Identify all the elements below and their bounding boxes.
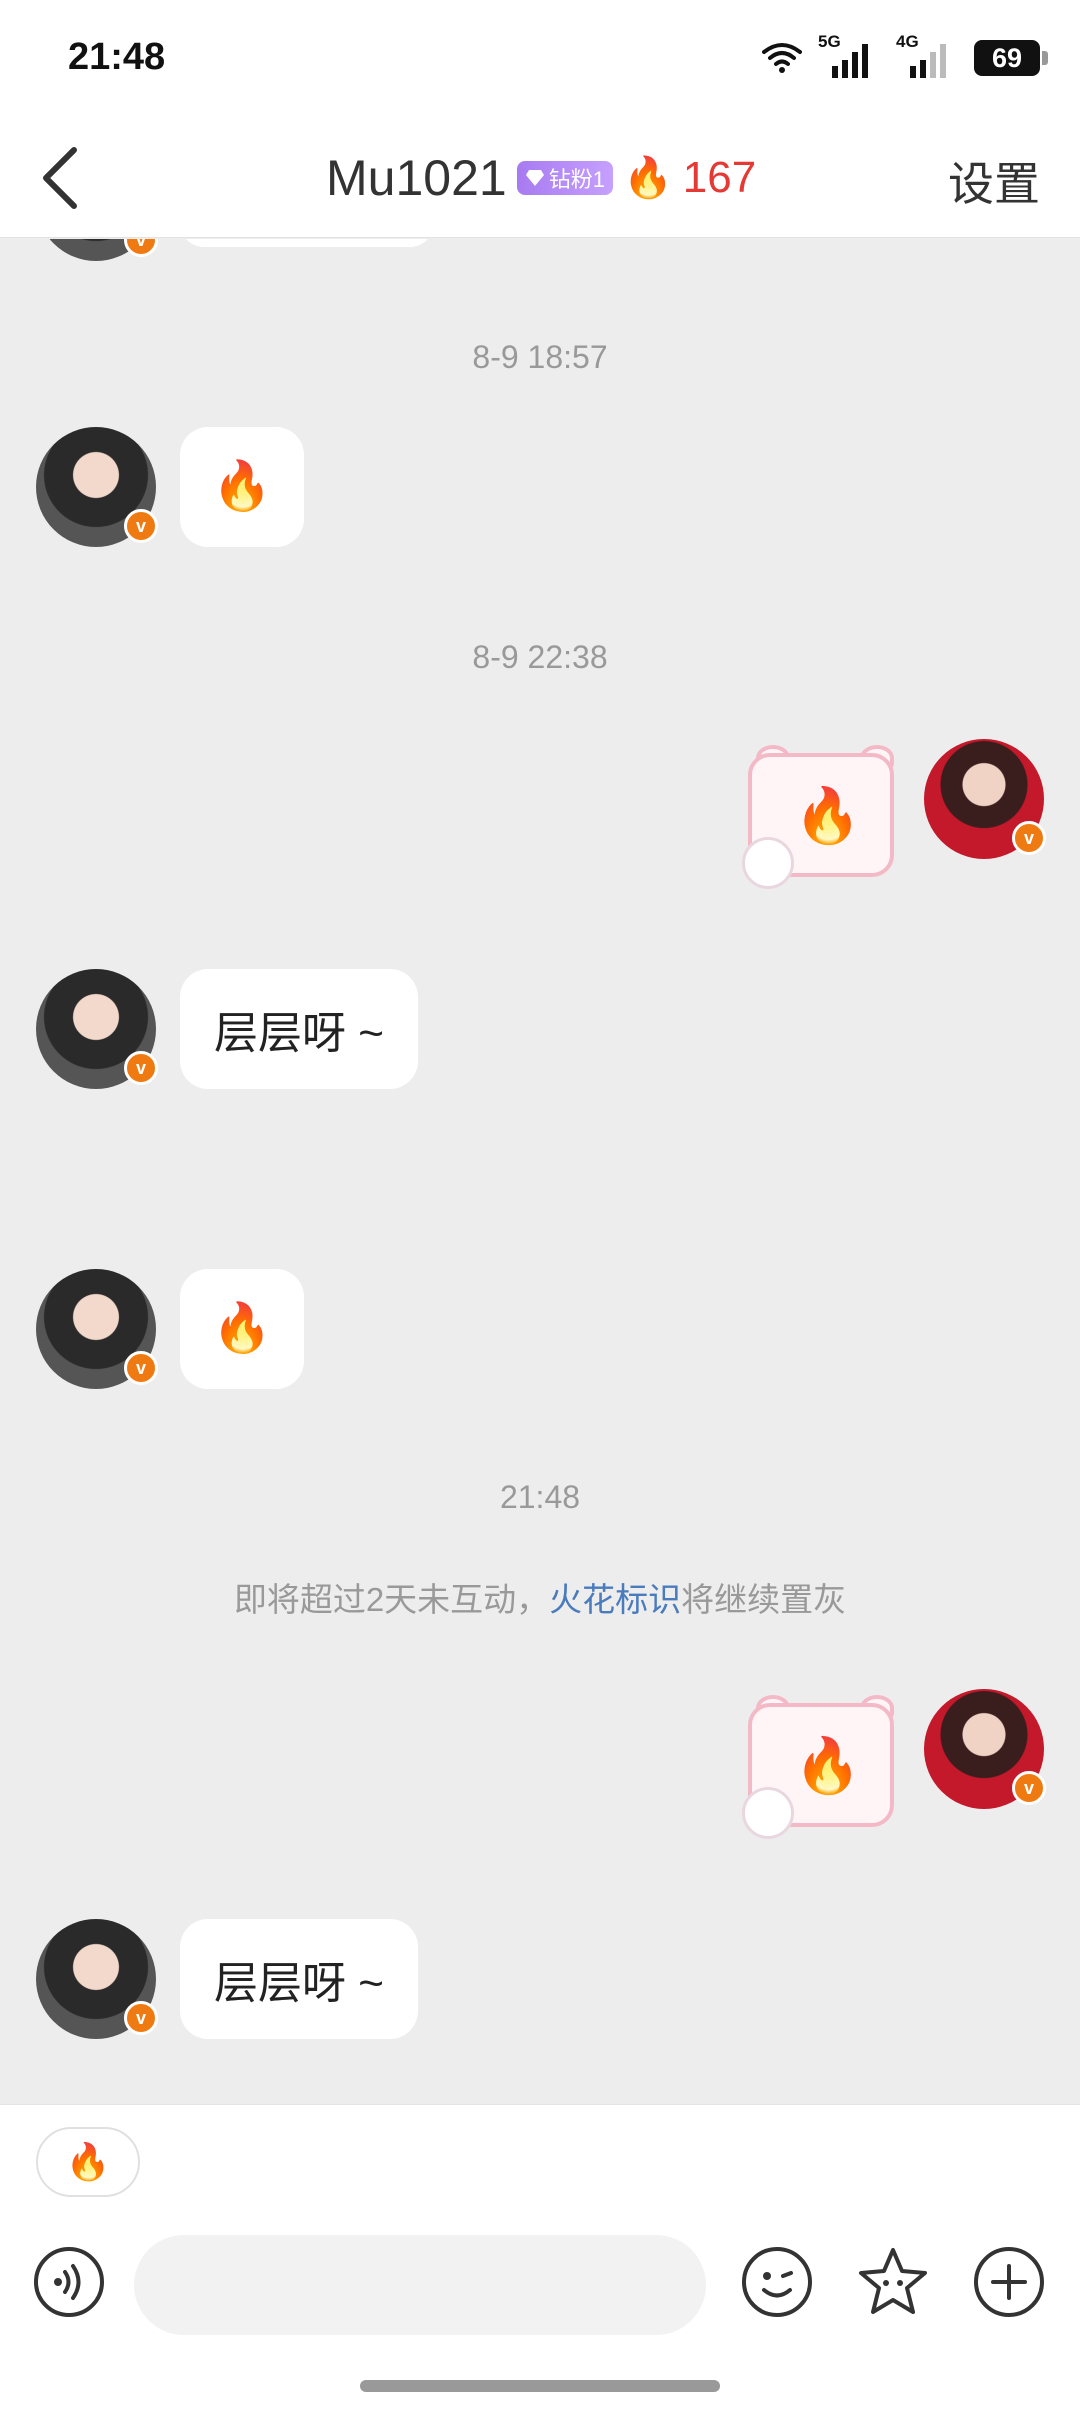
chat-header: Mu1021 钻粉1 🔥 167 设置 xyxy=(0,118,1080,238)
streak-count: 167 xyxy=(682,153,757,202)
fire-emoji: 🔥 xyxy=(65,2141,111,2182)
message-timestamp: 8-9 18:57 xyxy=(472,339,608,375)
verified-badge-icon: v xyxy=(1012,821,1046,855)
contact-avatar[interactable]: v xyxy=(36,427,158,547)
status-icons: 5G 4G 69 xyxy=(762,32,1048,80)
plus-icon xyxy=(974,2247,1044,2317)
contact-avatar[interactable]: v xyxy=(36,1919,158,2039)
fire-emoji: 🔥 xyxy=(212,460,272,513)
signal-5g-icon: 5G xyxy=(818,32,880,80)
verified-badge-icon: v xyxy=(124,239,158,257)
spark-badge-link[interactable]: 火花标识 xyxy=(549,1581,681,1618)
verified-badge-icon: v xyxy=(124,509,158,543)
notice-text-prefix: 即将超过2天未互动， xyxy=(233,1581,550,1618)
verified-badge-icon: v xyxy=(124,2001,158,2035)
back-button[interactable] xyxy=(34,144,90,212)
sent-fire-sticker[interactable]: 🔥 xyxy=(742,745,898,889)
my-avatar[interactable]: v xyxy=(924,1689,1046,1809)
fan-level-badge: 钻粉1 xyxy=(516,161,613,195)
more-button[interactable] xyxy=(972,2245,1046,2319)
message-bubble-fire[interactable]: 🔥 xyxy=(180,427,304,547)
notice-text-suffix: 将继续置灰 xyxy=(681,1581,847,1618)
emoji-button[interactable] xyxy=(740,2245,814,2319)
signal-4g-icon: 4G xyxy=(896,32,958,80)
message-list[interactable]: v 8-9 18:57 v 🔥 8-9 22:38 🔥 v v 层层呀 ~ v … xyxy=(0,239,1080,2103)
wifi-icon xyxy=(762,43,802,73)
voice-icon xyxy=(34,2247,104,2317)
chevron-left-icon xyxy=(43,147,77,209)
fire-emoji: 🔥 xyxy=(212,1302,272,1355)
battery-icon: 69 xyxy=(974,40,1048,76)
quick-reply-fire-chip[interactable]: 🔥 xyxy=(36,2127,140,2197)
message-bubble-text[interactable]: 层层呀 ~ xyxy=(180,1919,418,2039)
status-time: 21:48 xyxy=(68,36,166,78)
emoji-icon xyxy=(742,2247,812,2317)
contact-avatar[interactable]: v xyxy=(36,969,158,1089)
sticker-icon xyxy=(859,2248,927,2314)
chat-title-group[interactable]: Mu1021 钻粉1 🔥 167 xyxy=(326,138,756,218)
status-bar: 21:48 5G 4G 69 xyxy=(0,0,1080,118)
message-input[interactable] xyxy=(134,2235,706,2335)
settings-button[interactable]: 设置 xyxy=(948,148,1040,214)
message-timestamp: 21:48 xyxy=(499,1479,581,1515)
verified-badge-icon: v xyxy=(124,1051,158,1085)
contact-avatar[interactable]: v xyxy=(36,1269,158,1389)
my-avatar[interactable]: v xyxy=(924,739,1046,859)
fire-emoji: 🔥 xyxy=(794,786,862,846)
message-bubble-fire[interactable]: 🔥 xyxy=(180,1269,304,1389)
spark-expiry-notice: 即将超过2天未互动，火花标识将继续置灰 xyxy=(0,1573,1080,1621)
bunny-sticker-icon xyxy=(742,837,794,889)
message-bubble-partial[interactable] xyxy=(180,239,434,247)
diamond-icon xyxy=(525,170,544,186)
fire-emoji: 🔥 xyxy=(794,1736,862,1796)
streak-fire-icon: 🔥 xyxy=(622,156,673,200)
contact-avatar[interactable]: v xyxy=(36,239,158,261)
message-timestamp: 8-9 22:38 xyxy=(472,639,608,675)
voice-button[interactable] xyxy=(32,2245,106,2319)
bunny-sticker-icon xyxy=(742,1787,794,1839)
sticker-button[interactable] xyxy=(856,2245,930,2319)
message-bubble-text[interactable]: 层层呀 ~ xyxy=(180,969,418,1089)
verified-badge-icon: v xyxy=(1012,1771,1046,1805)
home-indicator[interactable] xyxy=(360,2380,720,2392)
verified-badge-icon: v xyxy=(124,1351,158,1385)
chat-title: Mu1021 xyxy=(326,150,507,206)
composer-area: 🔥 xyxy=(0,2104,1080,2412)
input-row xyxy=(0,2235,1080,2345)
sent-fire-sticker[interactable]: 🔥 xyxy=(742,1695,898,1839)
fan-level-label: 钻粉1 xyxy=(548,167,605,192)
